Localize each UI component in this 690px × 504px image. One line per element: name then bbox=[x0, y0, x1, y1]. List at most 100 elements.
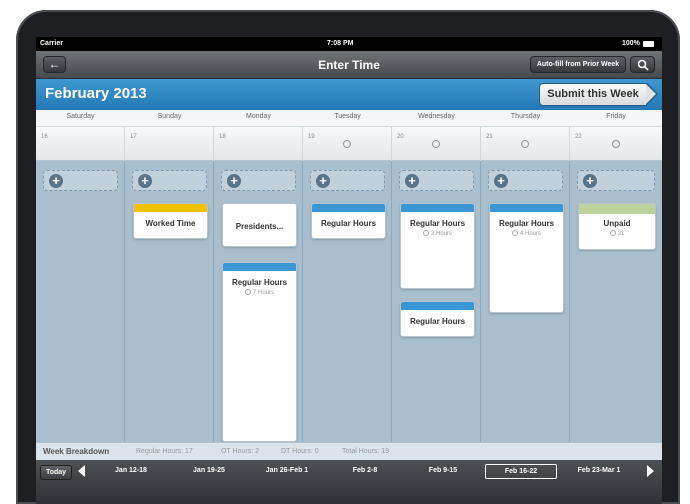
day-name: Saturday bbox=[66, 113, 95, 120]
week-option[interactable]: Jan 12-18 bbox=[95, 467, 167, 474]
status-bar: Carrier 7:08 PM 100% bbox=[36, 37, 662, 51]
week-option[interactable]: Feb 23-Mar 1 bbox=[563, 467, 635, 474]
entry-color-strip bbox=[401, 204, 474, 212]
week-option[interactable]: Jan 26-Feb 1 bbox=[251, 467, 323, 474]
entry-card-regular-hours[interactable]: Regular Hours bbox=[311, 203, 386, 239]
entry-card-regular-hours[interactable]: Regular Hours 3 Hours bbox=[400, 203, 475, 289]
date-number: 17 bbox=[130, 134, 137, 140]
nav-bar: ← Enter Time Auto-fill from Prior Week bbox=[36, 51, 662, 79]
carrier-label: Carrier bbox=[40, 40, 63, 47]
date-number: 22 bbox=[575, 134, 582, 140]
add-icon[interactable]: + bbox=[49, 174, 63, 188]
entry-title: Regular Hours bbox=[409, 219, 466, 228]
day-column: + Worked Time bbox=[125, 161, 214, 442]
day-name: Sunday bbox=[157, 113, 182, 120]
day-column: + bbox=[36, 161, 125, 442]
add-icon[interactable]: + bbox=[138, 174, 152, 188]
autofill-button[interactable]: Auto-fill from Prior Week bbox=[530, 56, 626, 73]
entry-title: Unpaid bbox=[603, 219, 631, 228]
month-title: February 2013 bbox=[45, 85, 147, 102]
entry-title: Regular Hours bbox=[231, 278, 288, 287]
clock-icon bbox=[609, 230, 616, 236]
entry-card-unpaid[interactable]: Unpaid 21 bbox=[578, 203, 656, 250]
date-row: 16 17 18 19 20 21 22 bbox=[36, 127, 662, 161]
entry-title: Regular Hours bbox=[409, 317, 466, 326]
entry-title: Regular Hours bbox=[320, 219, 377, 228]
day-name: Monday bbox=[246, 113, 271, 120]
day-name-row: Saturday Sunday Monday Tuesday Wednesday… bbox=[36, 110, 662, 127]
add-icon[interactable]: + bbox=[227, 174, 241, 188]
day-column: + Regular Hours bbox=[303, 161, 392, 442]
dt-hours-total: DT Hours: 0 bbox=[281, 448, 319, 455]
date-cell[interactable]: 16 bbox=[36, 127, 125, 161]
date-number: 19 bbox=[308, 134, 315, 140]
date-number: 20 bbox=[397, 134, 404, 140]
week-selector-bar: Today Jan 12-18 Jan 19-25 Jan 26-Feb 1 F… bbox=[36, 460, 662, 504]
search-button[interactable] bbox=[630, 56, 655, 73]
add-entry-row[interactable]: + bbox=[132, 170, 207, 191]
add-entry-row[interactable]: + bbox=[399, 170, 474, 191]
entry-title: Presidents... bbox=[235, 222, 284, 231]
entry-hours: 7 Hours bbox=[223, 289, 296, 296]
day-column: + Regular Hours 3 Hours Regular Hours bbox=[392, 161, 481, 442]
add-entry-row[interactable]: + bbox=[310, 170, 385, 191]
add-icon[interactable]: + bbox=[494, 174, 508, 188]
clock-icon bbox=[432, 140, 440, 148]
date-cell[interactable]: 18 bbox=[214, 127, 303, 161]
entry-card-regular-hours[interactable]: Regular Hours bbox=[400, 301, 475, 337]
date-cell[interactable]: 22 bbox=[570, 127, 662, 161]
add-icon[interactable]: + bbox=[583, 174, 597, 188]
entry-color-strip bbox=[401, 302, 474, 310]
add-icon[interactable]: + bbox=[405, 174, 419, 188]
day-name: Wednesday bbox=[418, 113, 455, 120]
entry-color-strip bbox=[134, 204, 207, 212]
week-option[interactable]: Feb 2-8 bbox=[329, 467, 401, 474]
entry-card-regular-hours[interactable]: Regular Hours 7 Hours bbox=[222, 262, 297, 442]
battery-icon bbox=[643, 41, 654, 47]
week-breakdown: Week Breakdown Regular Hours: 17 OT Hour… bbox=[36, 442, 662, 460]
entry-color-strip bbox=[312, 204, 385, 212]
next-week-arrow-icon[interactable] bbox=[647, 465, 654, 477]
date-number: 21 bbox=[486, 134, 493, 140]
week-option-selected[interactable]: Feb 16-22 bbox=[485, 464, 557, 479]
date-cell[interactable]: 20 bbox=[392, 127, 481, 161]
submit-week-button[interactable]: Submit this Week bbox=[539, 83, 658, 106]
date-cell[interactable]: 17 bbox=[125, 127, 214, 161]
entry-title: Regular Hours bbox=[498, 219, 555, 228]
clock-label: 7:08 PM bbox=[327, 40, 354, 47]
date-number: 18 bbox=[219, 134, 226, 140]
previous-week-arrow-icon[interactable] bbox=[78, 465, 85, 477]
add-entry-row[interactable]: + bbox=[43, 170, 118, 191]
week-grid: + + Worked Time + Presidents... Regular … bbox=[36, 161, 662, 442]
entry-color-strip bbox=[223, 263, 296, 271]
breakdown-title: Week Breakdown bbox=[43, 447, 110, 456]
battery-label: 100% bbox=[622, 40, 640, 47]
add-entry-row[interactable]: + bbox=[221, 170, 296, 191]
date-cell[interactable]: 21 bbox=[481, 127, 570, 161]
date-number: 16 bbox=[41, 134, 48, 140]
add-entry-row[interactable]: + bbox=[488, 170, 563, 191]
today-button[interactable]: Today bbox=[40, 465, 72, 480]
clock-icon bbox=[511, 230, 518, 236]
clock-icon bbox=[422, 230, 429, 236]
search-icon bbox=[637, 59, 649, 71]
date-cell[interactable]: 19 bbox=[303, 127, 392, 161]
day-column: + Unpaid 21 bbox=[570, 161, 662, 442]
day-name: Friday bbox=[606, 113, 626, 120]
day-name: Tuesday bbox=[334, 113, 361, 120]
entry-card-worked-time[interactable]: Worked Time bbox=[133, 203, 208, 239]
clock-icon bbox=[521, 140, 529, 148]
entry-color-strip bbox=[579, 204, 655, 214]
week-option[interactable]: Feb 9-15 bbox=[407, 467, 479, 474]
entry-card-presidents[interactable]: Presidents... bbox=[222, 203, 297, 247]
total-hours: Total Hours: 19 bbox=[342, 448, 390, 455]
entry-title: Worked Time bbox=[145, 219, 196, 228]
week-option[interactable]: Jan 19-25 bbox=[173, 467, 245, 474]
entry-card-regular-hours[interactable]: Regular Hours 4 Hours bbox=[489, 203, 564, 313]
ot-hours-total: OT Hours: 2 bbox=[221, 448, 259, 455]
entry-hours: 3 Hours bbox=[401, 230, 474, 237]
add-entry-row[interactable]: + bbox=[577, 170, 655, 191]
header-bar: February 2013 Submit this Week bbox=[36, 79, 662, 110]
add-icon[interactable]: + bbox=[316, 174, 330, 188]
day-name: Thursday bbox=[510, 113, 541, 120]
